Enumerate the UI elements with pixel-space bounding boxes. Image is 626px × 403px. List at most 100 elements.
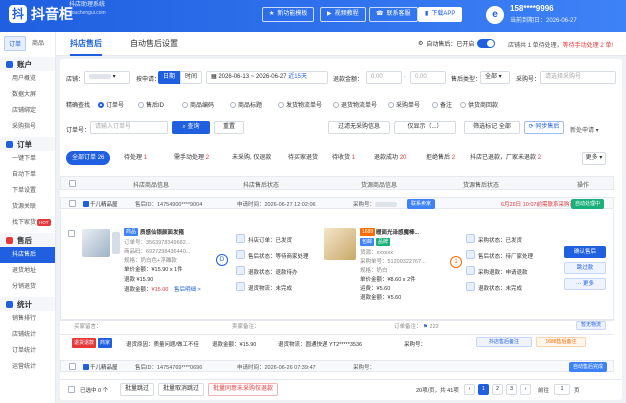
- sidebar-item-ops-stats[interactable]: 运营统计: [0, 359, 55, 375]
- pending-notice: 店铺共 1 单待处理，等待手动处理 2 单!: [508, 43, 614, 49]
- star-icon: ★: [269, 11, 275, 17]
- order-icon: [6, 140, 13, 148]
- sidebar-item-dashboard[interactable]: 数据大屏: [0, 87, 55, 103]
- sidebar-item-douyin-aftersale[interactable]: 抖店售后: [0, 247, 55, 263]
- aftersale-type-label: 售后类型：: [451, 77, 482, 83]
- gear-icon: ⚙: [418, 41, 424, 47]
- contact-support-button[interactable]: ☎ 联系客服: [369, 7, 418, 22]
- sidebar-group-orders[interactable]: 订单: [0, 137, 55, 151]
- status-tab-rejected[interactable]: 拒绝售后 2: [426, 151, 455, 165]
- sidebar-item-shop-stats[interactable]: 店铺统计: [0, 327, 55, 343]
- query-button[interactable]: ⌕ 查询: [172, 121, 210, 134]
- status-tab-await-receipt[interactable]: 待收货 1: [332, 151, 355, 165]
- sidebar-item-distribution-return[interactable]: 分销退货: [0, 279, 55, 295]
- brand-subtitle: 抖店助理系统: [69, 2, 106, 8]
- refund-amount-label: 退款金额：: [333, 77, 364, 83]
- status-tab-refund-success[interactable]: 退款成功 20: [374, 151, 406, 165]
- headset-icon: ☎: [376, 11, 384, 17]
- sidebar-item-source-link[interactable]: 货源关联: [0, 199, 55, 215]
- page-tabs: 抖店售后 自动售后设置 ⚙ 自动售后：已开启 店铺共 1 单待处理，等待手动处理 …: [56, 32, 626, 56]
- phone-icon: ▮: [425, 11, 429, 17]
- sidebar-group-stats[interactable]: 统计: [0, 297, 55, 311]
- page-3[interactable]: 3: [506, 384, 517, 395]
- page-2[interactable]: 2: [492, 384, 503, 395]
- search-icon: ⌕: [182, 124, 186, 130]
- sidebar-item-find-supplier[interactable]: 找下家货 HOT: [0, 215, 55, 231]
- brand-name: 抖音柜: [31, 6, 73, 22]
- purchase-account-select[interactable]: 请选择采购号: [540, 71, 616, 84]
- sidebar-item-order-settings[interactable]: 下单设置: [0, 183, 55, 199]
- logo-icon: 抖: [9, 5, 27, 23]
- date-range-picker[interactable]: ▦ 2026-06-13 ~ 2026-06-27 近15天: [206, 71, 328, 84]
- shop-select[interactable]: ▾: [84, 71, 130, 84]
- sidebar-item-shop-binding[interactable]: 店铺绑定: [0, 103, 55, 119]
- video-tutorial-button[interactable]: ▶ 视频教程: [320, 7, 366, 22]
- order-no-input[interactable]: 请输入订单号: [90, 121, 168, 134]
- sidebar-tab-orders[interactable]: 订单: [4, 36, 27, 51]
- sidebar-item-sales-rank[interactable]: 销售排行: [0, 311, 55, 327]
- pagination-summary: 20项/页，共 41项: [416, 388, 459, 394]
- new-template-button[interactable]: ★ 新功能模板: [262, 7, 315, 22]
- contact-seller-button[interactable]: 联系卖家: [407, 199, 436, 209]
- refund-min-input[interactable]: 0.00: [366, 71, 402, 84]
- status-tab-await-return[interactable]: 待买家退货: [288, 151, 318, 165]
- status-tab-manual[interactable]: 需手动处理 2: [174, 151, 209, 165]
- show-only-select[interactable]: 仅显示（...）: [394, 121, 456, 134]
- status-tab-refund-only[interactable]: 未采购, 仅退款: [232, 151, 271, 165]
- batch-refund-only-button[interactable]: 批量同意未采购仅退款: [208, 383, 278, 396]
- page-jump-input[interactable]: 1: [554, 384, 570, 395]
- sidebar-item-user-overview[interactable]: 用户概览: [0, 71, 55, 87]
- auto-toggle[interactable]: [477, 39, 496, 48]
- sidebar-item-return-address[interactable]: 退货地址: [0, 263, 55, 279]
- prev-page-button[interactable]: ‹: [464, 384, 475, 395]
- purchase-account-label: 采购号：: [516, 77, 541, 83]
- aftersale-icon: [6, 236, 13, 244]
- page-1[interactable]: 1: [478, 384, 489, 395]
- account-icon: [6, 60, 13, 68]
- reset-button[interactable]: 重置: [214, 121, 244, 134]
- avatar[interactable]: e: [486, 6, 504, 24]
- batch-unskip-button[interactable]: 批量取消跳过: [158, 383, 204, 396]
- segment-time[interactable]: 时间: [180, 71, 202, 84]
- sync-aftersale-button[interactable]: ⟳ 同步售后: [524, 121, 564, 134]
- stats-icon: [6, 300, 13, 308]
- aftersale-type-select[interactable]: 全部 ▾: [480, 71, 510, 84]
- status-tab-pending[interactable]: 待处理 1: [124, 151, 147, 165]
- sidebar-item-order-stats[interactable]: 订单统计: [0, 343, 55, 359]
- status-tab-factory-unrefunded[interactable]: 抖店已退款，厂家未退款 2: [470, 151, 541, 165]
- sidebar-item-purchase-account[interactable]: 采购指号: [0, 119, 55, 135]
- time-label: 按申请：: [136, 77, 161, 83]
- sidebar-item-auto-order[interactable]: 自动下单: [0, 167, 55, 183]
- main-content: 抖店售后 自动售后设置 ⚙ 自动售后：已开启 店铺共 1 单待处理，等待手动处理 …: [56, 32, 626, 403]
- refund-max-input[interactable]: 0.00: [410, 71, 446, 84]
- exact-search-label: 精确查找: [66, 103, 91, 109]
- flag-filter-select[interactable]: 筛选标记 全部: [464, 121, 520, 134]
- range-preset: 近15天: [288, 74, 307, 80]
- shop-label: 店铺：: [66, 77, 85, 83]
- brand-url: douchengui.com: [69, 10, 106, 16]
- top-header: 抖 抖音柜 抖店助理系统 douchengui.com ★ 新功能模板 ▶ 视频教程…: [0, 0, 626, 32]
- batch-skip-button[interactable]: 批量跳过: [120, 383, 154, 396]
- tab-aftersale[interactable]: 抖店售后: [70, 32, 102, 56]
- logo[interactable]: 抖 抖音柜: [9, 5, 73, 23]
- footer-select-all-checkbox[interactable]: [68, 386, 75, 393]
- sidebar-tabs: 订单 商品: [0, 32, 55, 55]
- sidebar-item-one-click-order[interactable]: 一键下单: [0, 151, 55, 167]
- download-app-button[interactable]: ▮ 下载APP: [418, 7, 463, 22]
- sidebar-tab-products[interactable]: 商品: [28, 36, 48, 51]
- sidebar-group-aftersale[interactable]: 售后: [0, 233, 55, 247]
- range-tilde: -: [404, 74, 406, 80]
- order-checkbox[interactable]: [69, 200, 76, 207]
- hot-badge: HOT: [37, 219, 51, 226]
- play-icon: ▶: [327, 11, 332, 17]
- sidebar-group-account[interactable]: 账户: [0, 57, 55, 71]
- status-tab-all[interactable]: 全部订单 26: [66, 151, 111, 165]
- more-tabs-button[interactable]: 更多 ▾: [582, 152, 606, 165]
- filter-no-purchase-button[interactable]: 过滤无采购信息: [328, 121, 390, 134]
- auto-aftersale-switch[interactable]: ⚙ 自动售后：已开启: [418, 39, 496, 48]
- select-all-checkbox[interactable]: [69, 180, 76, 187]
- next-page-button[interactable]: ›: [520, 384, 531, 395]
- tab-auto-settings[interactable]: 自动售后设置: [130, 32, 178, 56]
- footer-bar: 已选中 0 个 批量跳过 批量取消跳过 批量同意未采购仅退款 20项/页，共 4…: [60, 379, 622, 399]
- segment-date[interactable]: 日期: [158, 71, 180, 84]
